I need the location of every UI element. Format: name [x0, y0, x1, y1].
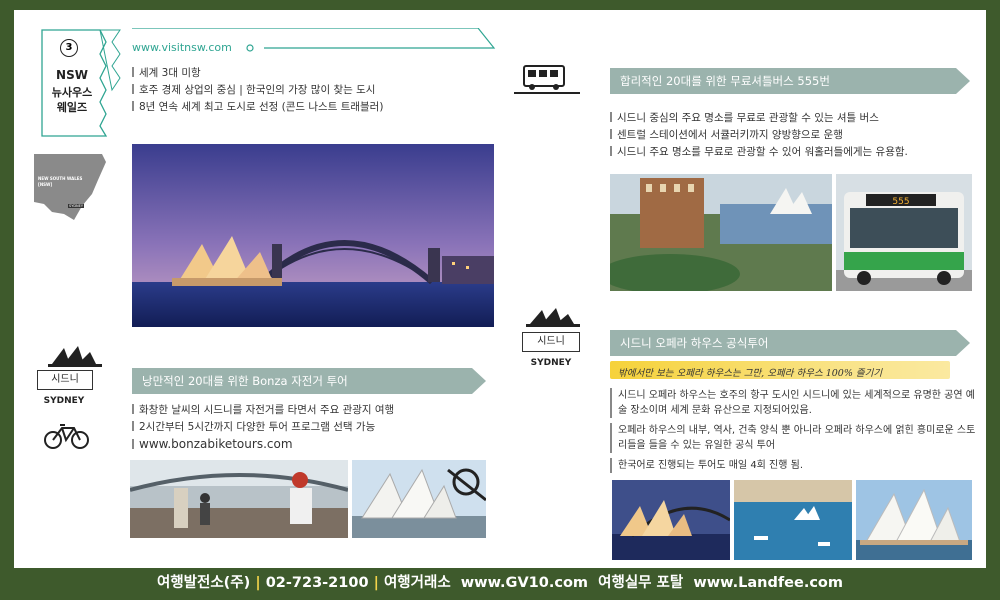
opera-dusk-illustration [612, 480, 730, 560]
banner-tip [956, 330, 970, 356]
circular-quay-illustration [610, 174, 832, 291]
footer-site-1[interactable]: www.GV10.com [461, 575, 588, 591]
opera-house-icon [48, 346, 102, 367]
nsw-map: NEW SOUTH WALES [NSW] SYDNEY [34, 154, 106, 222]
opera-paragraphs: 시드니 오페라 하우스는 호주의 항구 도시인 시드니에 있는 세계적으로 유명… [610, 388, 978, 473]
banner-tip [472, 368, 486, 394]
footer-agency: 여행거래소 [383, 575, 451, 591]
region-name-line1: 뉴사우스 [51, 86, 93, 99]
nsw-map-label: NEW SOUTH WALES [NSW] [38, 176, 83, 187]
intro-line: 8년 연속 세계 최고 도시로 선정 (콘드 나스트 트래블러) [132, 99, 383, 116]
opera-para-3: 한국어로 진행되는 투어도 매일 4회 진행 됨. [610, 458, 978, 473]
bike-tour-banner: 낭만적인 20대를 위한 Bonza 자전거 투어 [132, 368, 486, 394]
shuttle-lines: 시드니 중심의 주요 명소를 무료로 관광할 수 있는 셔틀 버스 센트럴 스테… [610, 110, 908, 161]
city-label-sydney-2: SYDNEY [530, 358, 572, 368]
brochure-page: 3 NSW 뉴사우스 웨일즈 NEW SOUTH WALES [NSW] SYD… [14, 10, 986, 568]
website-link[interactable]: www.visitnsw.com [132, 41, 232, 54]
green-bus-illustration: 555 [836, 174, 972, 291]
harbour-aerial-illustration [734, 480, 852, 560]
bullet-bar [132, 404, 134, 414]
city-tag-sydney: 시드니 [37, 370, 93, 390]
bullet-bar [132, 421, 134, 431]
opera-para-1: 시드니 오페라 하우스는 호주의 항구 도시인 시드니에 있는 세계적으로 유명… [610, 388, 978, 418]
region-number: 3 [60, 39, 78, 57]
shuttle-line: 센트럴 스테이션에서 서큘러키까지 양방향으로 운행 [610, 127, 908, 144]
opera-photo-2 [734, 480, 852, 560]
footer-separator: | [255, 575, 266, 591]
shuttle-photo-city [610, 174, 832, 291]
bullet-bar [132, 439, 134, 449]
opera-day-illustration [856, 480, 972, 560]
shuttle-banner: 합리적인 20대를 위한 무료셔틀버스 555번 [610, 68, 970, 94]
opera-house-bike-illustration [352, 460, 486, 538]
footer-phone[interactable]: 02-723-2100 [266, 575, 369, 591]
footer-site-2[interactable]: www.Landfee.com [693, 575, 843, 591]
bullet-bar [132, 84, 134, 94]
region-name-line2: 웨일즈 [56, 101, 88, 114]
bike-lines: 화창한 날씨의 시드니를 자전거를 타면서 주요 관광지 여행 2시간부터 5시… [132, 402, 394, 453]
bike-tour-photo-1 [130, 460, 348, 538]
bicycle-icon [44, 424, 89, 449]
intro-line: 호주 경제 상업의 중심 | 한국인의 가장 많이 찾는 도시 [132, 82, 383, 99]
banner-tip [956, 68, 970, 94]
opera-photo-1 [612, 480, 730, 560]
bus-icon [514, 65, 580, 94]
city-label-sydney: SYDNEY [43, 396, 85, 406]
intro-line: 세계 3대 미항 [132, 65, 383, 82]
sydney-harbour-photo [132, 144, 494, 327]
shuttle-line: 시드니 주요 명소를 무료로 관광할 수 있어 워홀러들에게는 유용함. [610, 144, 908, 161]
region-code: NSW [56, 68, 88, 82]
opera-tour-banner: 시드니 오페라 하우스 공식투어 [610, 330, 970, 356]
opera-photo-3 [856, 480, 972, 560]
bullet-bar [132, 101, 134, 111]
website-ribbon: www.visitnsw.com [132, 28, 500, 54]
shuttle-title: 합리적인 20대를 위한 무료셔틀버스 555번 [620, 74, 830, 88]
footer-bar: 여행발전소(주) | 02-723-2100 | 여행거래소 www.GV10.… [0, 568, 1000, 600]
region-badge: 3 NSW 뉴사우스 웨일즈 [40, 28, 121, 137]
footer-company: 여행발전소(주) [156, 575, 251, 591]
intro-lines: 세계 3대 미항 호주 경제 상업의 중심 | 한국인의 가장 많이 찾는 도시… [132, 65, 383, 116]
bike-tour-title: 낭만적인 20대를 위한 Bonza 자전거 투어 [142, 374, 348, 388]
footer-separator: | [373, 575, 384, 591]
nsw-map-tag: SYDNEY [68, 204, 85, 208]
bullet-bar [132, 67, 134, 77]
bike-tour-link[interactable]: www.bonzabiketours.com [139, 437, 293, 451]
opera-tagline: 밖에서만 보는 오페라 하우스는 그만, 오페라 하우스 100% 즐기기 [610, 361, 950, 379]
opera-tour-title: 시드니 오페라 하우스 공식투어 [620, 336, 769, 350]
opera-house-icon [526, 308, 580, 327]
bike-line: www.bonzabiketours.com [132, 436, 394, 453]
opera-para-2: 오페라 하우스의 내부, 역사, 건축 양식 뿐 아니라 오페라 하우스에 얽힌… [610, 423, 978, 453]
opera-tagline-text: 밖에서만 보는 오페라 하우스는 그만, 오페라 하우스 100% 즐기기 [618, 368, 883, 379]
bike-tour-photo-2 [352, 460, 486, 538]
bridge-cyclists-illustration [130, 460, 348, 538]
nsw-map-icon [34, 154, 106, 220]
footer-portal: 여행실무 포탈 [598, 575, 684, 591]
harbour-night-illustration [132, 144, 494, 327]
shuttle-line: 시드니 중심의 주요 명소를 무료로 관광할 수 있는 셔틀 버스 [610, 110, 908, 127]
city-tag-sydney-2: 시드니 [522, 332, 580, 352]
bus-route-sign: 555 [892, 197, 909, 207]
shuttle-photo-bus: 555 [836, 174, 972, 291]
bullet-bar [610, 112, 612, 122]
bullet-bar [610, 129, 612, 139]
bullet-bar [610, 146, 612, 156]
bike-line: 2시간부터 5시간까지 다양한 투어 프로그램 선택 가능 [132, 419, 394, 436]
bike-line: 화창한 날씨의 시드니를 자전거를 타면서 주요 관광지 여행 [132, 402, 394, 419]
